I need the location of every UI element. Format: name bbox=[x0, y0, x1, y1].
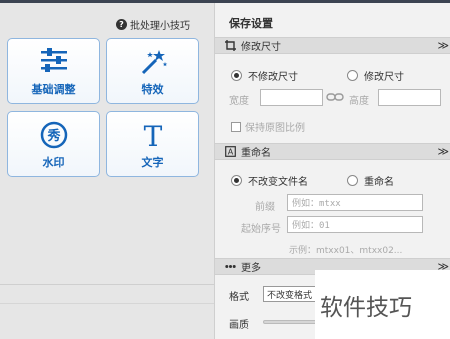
text-label: 文字 bbox=[141, 156, 164, 169]
left-divider bbox=[0, 284, 214, 285]
keep-filename-label: 不改变文件名 bbox=[248, 177, 308, 188]
text-button[interactable]: T 文字 bbox=[106, 111, 199, 177]
resize-radio[interactable] bbox=[347, 70, 358, 81]
watermark-button[interactable]: 秀 水印 bbox=[7, 111, 100, 177]
height-label: 高度 bbox=[349, 96, 369, 107]
watermark-icon: 秀 bbox=[8, 121, 99, 149]
panel-title: 保存设置 bbox=[229, 17, 273, 30]
width-input[interactable] bbox=[260, 89, 323, 106]
start-number-input[interactable]: 例如：01 bbox=[287, 216, 423, 233]
help-icon: ? bbox=[116, 19, 127, 30]
no-resize-option[interactable]: 不修改尺寸 bbox=[231, 68, 298, 83]
left-bottom-divider bbox=[0, 303, 214, 304]
batch-tips-label: 批处理小技巧 bbox=[130, 21, 190, 32]
keep-filename-radio[interactable] bbox=[231, 175, 242, 186]
prefix-label: 前缀 bbox=[255, 202, 275, 213]
rename-section-title: 重命名 bbox=[241, 148, 271, 159]
no-resize-radio[interactable] bbox=[231, 70, 242, 81]
keep-ratio-checkbox[interactable] bbox=[231, 121, 241, 132]
text-icon-glyph: T bbox=[143, 121, 162, 149]
prefix-input[interactable]: 例如：mtxx bbox=[287, 194, 423, 211]
crop-icon bbox=[225, 40, 236, 51]
text-icon: T bbox=[107, 121, 198, 149]
quality-label: 画质 bbox=[229, 320, 249, 331]
magic-wand-icon bbox=[107, 48, 198, 76]
resize-section-title: 修改尺寸 bbox=[241, 42, 281, 53]
watermark-icon-glyph: 秀 bbox=[46, 128, 61, 144]
rename-radio[interactable] bbox=[347, 175, 358, 186]
keep-ratio-label: 保持原图比例 bbox=[245, 123, 305, 134]
keep-filename-option[interactable]: 不改变文件名 bbox=[231, 173, 308, 188]
rename-icon: A bbox=[225, 146, 236, 157]
watermark-overlay: 软件技巧 bbox=[315, 270, 450, 339]
rename-section-header[interactable]: A 重命名 ≫ bbox=[215, 143, 450, 160]
resize-section-header[interactable]: 修改尺寸 ≫ bbox=[215, 37, 450, 54]
no-resize-label: 不修改尺寸 bbox=[248, 72, 298, 83]
width-label: 宽度 bbox=[229, 96, 249, 107]
batch-tips-link[interactable]: ? 批处理小技巧 bbox=[116, 17, 190, 32]
height-input[interactable] bbox=[378, 89, 441, 106]
format-label: 格式 bbox=[229, 292, 249, 303]
start-number-label: 起始序号 bbox=[241, 224, 281, 235]
tools-panel: ? 批处理小技巧 基础调整 特效 秀 水印 T 文字 bbox=[0, 3, 214, 339]
basic-adjust-label: 基础调整 bbox=[31, 83, 76, 96]
more-dots-icon bbox=[225, 261, 236, 272]
basic-adjust-button[interactable]: 基础调整 bbox=[7, 38, 100, 104]
rename-option[interactable]: 重命名 bbox=[347, 173, 394, 188]
watermark-text: 软件技巧 bbox=[320, 295, 412, 321]
sliders-icon bbox=[8, 48, 99, 74]
resize-option[interactable]: 修改尺寸 bbox=[347, 68, 404, 83]
resize-label: 修改尺寸 bbox=[364, 72, 404, 83]
collapse-chevron-icon[interactable]: ≫ bbox=[437, 39, 449, 52]
rename-example-text: 示例：mtxx01、mtxx02... bbox=[289, 246, 403, 256]
svg-text:A: A bbox=[228, 148, 234, 157]
collapse-chevron-icon[interactable]: ≫ bbox=[437, 145, 449, 158]
effects-label: 特效 bbox=[141, 83, 164, 96]
rename-label: 重命名 bbox=[364, 177, 394, 188]
more-section-title: 更多 bbox=[241, 263, 261, 274]
effects-button[interactable]: 特效 bbox=[106, 38, 199, 104]
keep-ratio-option[interactable]: 保持原图比例 bbox=[231, 119, 305, 134]
watermark-label: 水印 bbox=[42, 156, 65, 169]
link-ratio-icon[interactable] bbox=[326, 92, 344, 105]
